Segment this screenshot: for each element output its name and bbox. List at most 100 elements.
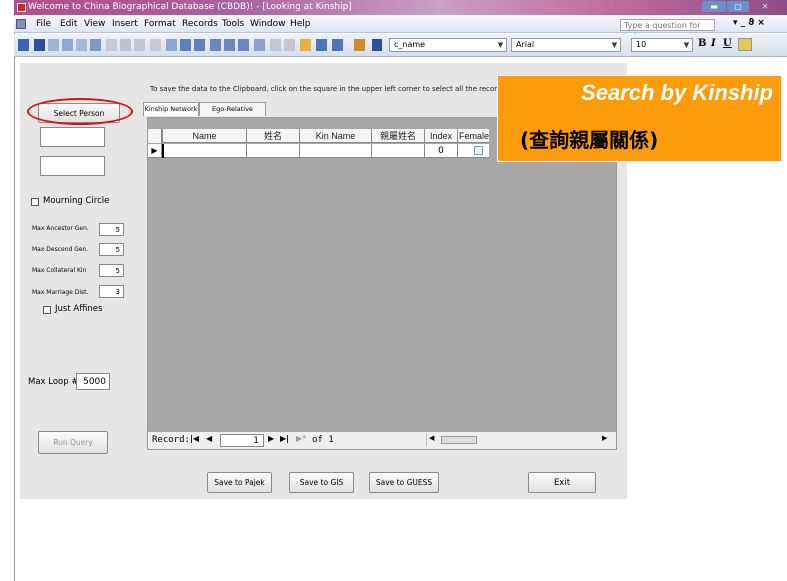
italic-button[interactable]: I — [711, 38, 716, 49]
current-record-input[interactable]: 1 — [220, 434, 264, 447]
horizontal-scrollbar[interactable]: ◀ ▶ — [426, 434, 609, 446]
female-checkbox[interactable] — [474, 146, 483, 155]
search-icon[interactable] — [48, 39, 59, 51]
menu-edit[interactable]: Edit — [60, 19, 77, 29]
help-icon[interactable] — [354, 39, 365, 51]
param-label: Max Collateral Kin — [32, 267, 87, 274]
insert-hyperlink-icon[interactable] — [166, 39, 177, 51]
cell-index[interactable]: 0 — [424, 144, 457, 158]
sort-descending-icon[interactable] — [194, 39, 205, 51]
properties-icon[interactable] — [300, 39, 311, 51]
help-search-input[interactable]: Type a question for help — [620, 19, 715, 41]
save-to-pajek-button[interactable]: Save to Pajek — [207, 472, 272, 493]
cell-name[interactable] — [162, 144, 246, 158]
last-record-icon[interactable]: ▶| — [280, 434, 289, 443]
scroll-right-icon[interactable]: ▶ — [602, 434, 607, 442]
menu-file[interactable]: File — [36, 19, 51, 29]
font-color-icon[interactable] — [372, 39, 382, 51]
restore-icon[interactable]: ▢ — [727, 1, 749, 12]
document-icon[interactable] — [16, 19, 26, 29]
previous-record-icon[interactable]: ◀ — [206, 434, 212, 443]
paste-icon[interactable] — [134, 39, 145, 51]
undo-icon[interactable] — [150, 39, 161, 51]
column-header-kin-chinese-name[interactable]: 親屬姓名 — [371, 129, 424, 143]
fill-color-icon[interactable] — [738, 38, 752, 51]
filter-by-form-icon[interactable] — [224, 39, 235, 51]
menu-view[interactable]: View — [84, 19, 105, 29]
run-query-button[interactable]: Run Query — [38, 431, 108, 454]
view-icon[interactable] — [18, 39, 29, 51]
filter-by-selection-icon[interactable] — [210, 39, 221, 51]
delete-record-icon[interactable] — [284, 39, 295, 51]
spelling-icon[interactable] — [90, 39, 101, 51]
cell-kin-chinese-name[interactable] — [371, 144, 424, 158]
minimize-icon[interactable]: ▬ — [702, 1, 726, 12]
copy-icon[interactable] — [120, 39, 131, 51]
sort-ascending-icon[interactable] — [180, 39, 191, 51]
next-record-icon[interactable]: ▶ — [268, 434, 274, 443]
exit-button[interactable]: Exit — [528, 472, 596, 493]
new-object-icon[interactable] — [332, 39, 343, 51]
save-to-gis-button[interactable]: Save to GIS — [289, 472, 354, 493]
close-icon[interactable]: ✕ — [750, 1, 780, 12]
person-chinese-name-field[interactable] — [40, 156, 105, 176]
param-label: Max Ancestor Gen. — [32, 225, 89, 232]
database-window-icon[interactable] — [316, 39, 327, 51]
column-header-kin-name[interactable]: Kin Name — [299, 129, 371, 143]
apply-filter-icon[interactable] — [238, 39, 249, 51]
mdi-controls-icon[interactable]: ▾ _ ϑ × — [733, 18, 765, 28]
cell-female[interactable] — [457, 144, 490, 158]
menu-insert[interactable]: Insert — [112, 19, 138, 29]
menu-format[interactable]: Format — [144, 19, 176, 29]
column-header-female[interactable]: Female — [457, 129, 490, 143]
save-to-guess-button[interactable]: Save to GUESS — [369, 472, 439, 493]
max-loop-label: Max Loop # — [28, 377, 79, 387]
just-affines-checkbox[interactable] — [43, 306, 51, 314]
column-header-name[interactable]: Name — [162, 129, 246, 143]
scrollbar-thumb[interactable] — [441, 436, 477, 444]
record-count: of 1 — [312, 435, 334, 445]
max-collateral-kin-input[interactable]: 5 — [99, 264, 124, 277]
max-loop-input[interactable]: 5000 — [76, 373, 110, 390]
mourning-circle-checkbox[interactable] — [31, 198, 39, 206]
record-selector-icon[interactable]: ▶ — [148, 144, 162, 158]
max-descend-gen-input[interactable]: 5 — [99, 243, 124, 256]
find-icon[interactable] — [254, 39, 265, 51]
chevron-down-icon: ▼ — [497, 41, 504, 49]
callout-subtitle: (查詢親屬關係) — [520, 128, 659, 152]
callout-title: Search by Kinship — [581, 80, 773, 105]
bold-button[interactable]: B — [698, 38, 706, 49]
new-record-nav-icon[interactable]: ▶* — [296, 434, 306, 443]
first-record-icon[interactable]: |◀ — [190, 434, 199, 443]
chevron-down-icon: ▼ — [611, 41, 618, 49]
field-combo[interactable]: c_name ▼ — [389, 38, 507, 52]
record-label: Record: — [152, 435, 190, 445]
menu-tools[interactable]: Tools — [222, 19, 244, 29]
tab-ego-relative-kinship[interactable]: Ego-Relative Kinship — [199, 102, 266, 126]
max-ancestor-gen-input[interactable]: 5 — [99, 223, 124, 236]
max-marriage-dist-input[interactable]: 3 — [99, 285, 124, 298]
chevron-down-icon: ▼ — [683, 41, 690, 49]
save-icon[interactable] — [34, 39, 45, 51]
select-all-square[interactable] — [148, 129, 162, 143]
cell-kin-name[interactable] — [299, 144, 371, 158]
tab-kinship-network[interactable]: Kinship Network — [143, 102, 199, 116]
menu-window[interactable]: Window — [250, 19, 286, 29]
menu-help[interactable]: Help — [290, 19, 311, 29]
underline-button[interactable]: U — [723, 38, 732, 49]
column-header-index[interactable]: Index — [424, 129, 457, 143]
print-icon[interactable] — [62, 39, 73, 51]
person-name-field[interactable] — [40, 127, 105, 147]
cut-icon[interactable] — [106, 39, 117, 51]
font-size-combo[interactable]: 10 ▼ — [631, 38, 693, 52]
title-bar: Welcome to China Biographical Database (… — [14, 0, 787, 15]
field-combo-value: c_name — [394, 40, 426, 49]
new-record-icon[interactable] — [270, 39, 281, 51]
just-affines-label: Just Affines — [55, 304, 103, 314]
menu-records[interactable]: Records — [182, 19, 218, 29]
cell-chinese-name[interactable] — [246, 144, 299, 158]
preview-icon[interactable] — [76, 39, 87, 51]
column-header-chinese-name[interactable]: 姓名 — [246, 129, 299, 143]
font-combo[interactable]: Arial ▼ — [511, 38, 621, 52]
scroll-left-icon[interactable]: ◀ — [429, 434, 434, 442]
